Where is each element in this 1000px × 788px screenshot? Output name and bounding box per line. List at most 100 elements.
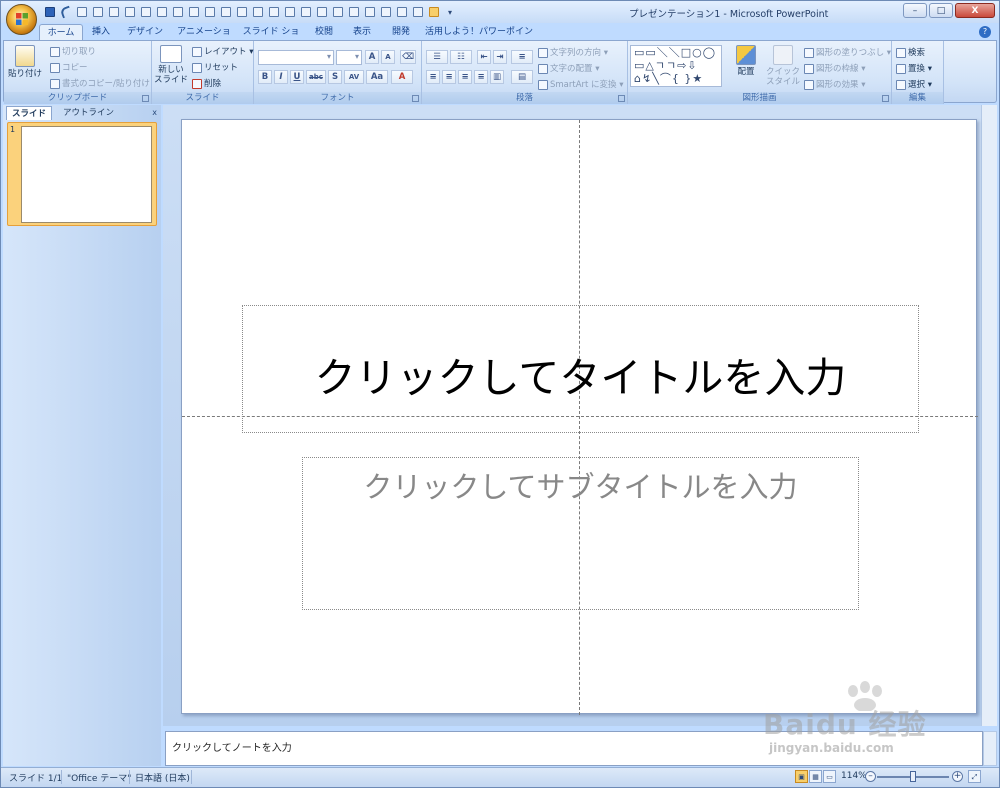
slideshow-icon[interactable] [219, 5, 233, 19]
minimize-button[interactable]: – [903, 3, 927, 18]
shape-effects-button[interactable]: 図形の効果 ▾ [804, 78, 865, 90]
grid-icon[interactable] [187, 5, 201, 19]
select-button[interactable]: 選択 ▾ [896, 78, 932, 90]
clipboard-launcher-icon[interactable] [142, 95, 149, 102]
align-right-button[interactable]: ≡ [458, 70, 472, 84]
close-button[interactable]: X [955, 3, 995, 18]
line-spacing-button[interactable]: ≡ [511, 50, 533, 64]
vertical-scrollbar[interactable] [981, 105, 997, 726]
tab-insert[interactable]: 挿入 [86, 24, 116, 40]
cut-button[interactable]: 切り取り [50, 45, 96, 57]
chart-icon[interactable] [139, 5, 153, 19]
shrink-font-button[interactable]: A [381, 50, 395, 64]
customize-qat-icon[interactable]: ▾ [443, 5, 457, 19]
shadow-button[interactable]: S [328, 70, 342, 84]
paste-format-icon[interactable] [379, 5, 393, 19]
change-case-button[interactable]: Aa [366, 70, 388, 84]
font-name-select[interactable] [258, 50, 334, 65]
save-icon[interactable] [43, 5, 57, 19]
help-icon[interactable]: ? [979, 26, 991, 38]
tab-review[interactable]: 校閲 [309, 24, 339, 40]
slideshow-view-button[interactable]: ▭ [823, 770, 836, 783]
tab-developer[interactable]: 開発 [386, 24, 416, 40]
char-spacing-button[interactable]: AV [344, 70, 364, 84]
clear-format-button[interactable]: ⌫ [400, 50, 416, 64]
shape-outline-button[interactable]: 図形の枠線 ▾ [804, 62, 865, 74]
decrease-indent-button[interactable]: ⇤ [477, 50, 491, 64]
reset-button[interactable]: リセット [192, 61, 238, 73]
tab-slides-pane[interactable]: スライド [6, 106, 53, 120]
fit-to-window-icon[interactable]: ⤢ [968, 770, 981, 783]
justify-button[interactable]: ≡ [474, 70, 488, 84]
shape-fill-button[interactable]: 図形の塗りつぶし ▾ [804, 46, 891, 58]
redo-icon[interactable] [75, 5, 89, 19]
settings-icon[interactable] [347, 5, 361, 19]
format-icon[interactable] [235, 5, 249, 19]
find-button[interactable]: 検索 [896, 46, 925, 58]
subtitle-placeholder[interactable]: クリックしてサブタイトルを入力 [302, 457, 859, 610]
smartart-button[interactable]: SmartArt に変換 ▾ [538, 78, 624, 90]
font-size-select[interactable] [336, 50, 362, 65]
zoom-out-icon[interactable]: – [865, 771, 876, 782]
undo-icon[interactable] [59, 5, 73, 19]
slide-thumbnail-selected[interactable]: 1 [7, 122, 157, 226]
slide-thumbnail[interactable] [21, 126, 152, 223]
slide-sorter-button[interactable]: ▦ [809, 770, 822, 783]
underline-button[interactable]: U [290, 70, 304, 84]
italic-button[interactable]: I [274, 70, 288, 84]
format-painter-button[interactable]: 書式のコピー/貼り付け [50, 77, 150, 89]
tab-slideshow[interactable]: スライド ショー [241, 24, 301, 53]
bullets-button[interactable]: ☰ [426, 50, 448, 64]
align-center-button[interactable]: ≡ [442, 70, 456, 84]
edit-icon[interactable] [331, 5, 345, 19]
slide-canvas[interactable]: クリックしてタイトルを入力 クリックしてサブタイトルを入力 [181, 119, 978, 715]
tab-home[interactable]: ホーム [39, 24, 83, 40]
font-launcher-icon[interactable] [412, 95, 419, 102]
quick-styles-button[interactable]: クイック スタイル [764, 45, 802, 87]
copy-format-icon[interactable] [363, 5, 377, 19]
group-icon[interactable] [267, 5, 281, 19]
grow-font-button[interactable]: A [365, 50, 379, 64]
drawing-launcher-icon[interactable] [882, 95, 889, 102]
presenter-icon[interactable] [427, 5, 441, 19]
align-left-button[interactable]: ≡ [426, 70, 440, 84]
office-button[interactable] [6, 4, 37, 35]
zoom-level[interactable]: 114% [841, 771, 867, 781]
tab-animation[interactable]: アニメーション [173, 24, 235, 53]
picture-icon[interactable] [155, 5, 169, 19]
strikethrough-button[interactable]: abc [306, 70, 326, 84]
distribute-button[interactable]: ▥ [490, 70, 504, 84]
delete-slide-button[interactable]: 削除 [192, 77, 221, 89]
tab-outline-pane[interactable]: アウトライン [58, 106, 119, 120]
print-icon[interactable] [107, 5, 121, 19]
replace-button[interactable]: 置換 ▾ [896, 62, 932, 74]
new-file-icon[interactable] [91, 5, 105, 19]
copy-button[interactable]: コピー [50, 61, 88, 73]
new-slide-button[interactable]: 新しい スライド [154, 45, 188, 85]
view-icon[interactable] [411, 5, 425, 19]
arrange-button[interactable]: 配置 [728, 45, 764, 77]
layout-button[interactable]: レイアウト ▾ [192, 45, 253, 57]
tab-view[interactable]: 表示 [347, 24, 377, 40]
open-folder-icon[interactable] [299, 5, 313, 19]
maximize-button[interactable]: □ [929, 3, 953, 18]
close-pane-icon[interactable]: x [152, 108, 157, 117]
table-icon[interactable] [123, 5, 137, 19]
tab-design[interactable]: デザイン [123, 24, 167, 40]
paste-button[interactable]: 貼り付け [8, 45, 42, 79]
language-indicator[interactable]: 日本語 (日本) [135, 771, 190, 784]
columns-button[interactable]: ▤ [511, 70, 533, 84]
shapes-gallery[interactable]: ▭▭＼＼□○◯ ▭△ㄱㄱ⇨⇩ ⌂↯╲⌒{ }★ [630, 45, 722, 87]
numbering-button[interactable]: ☷ [450, 50, 472, 64]
save-as-icon[interactable] [315, 5, 329, 19]
text-direction-button[interactable]: 文字列の方向 ▾ [538, 46, 608, 58]
normal-view-button[interactable]: ▣ [795, 770, 808, 783]
textbox-icon[interactable] [251, 5, 265, 19]
font-color-button[interactable]: A [391, 70, 413, 84]
bold-button[interactable]: B [258, 70, 272, 84]
layout-icon[interactable] [283, 5, 297, 19]
tab-custom[interactable]: 活用しよう！パワーポイント [425, 24, 533, 53]
spell-check-icon[interactable] [203, 5, 217, 19]
title-placeholder[interactable]: クリックしてタイトルを入力 [242, 305, 919, 433]
align-text-button[interactable]: 文字の配置 ▾ [538, 62, 599, 74]
